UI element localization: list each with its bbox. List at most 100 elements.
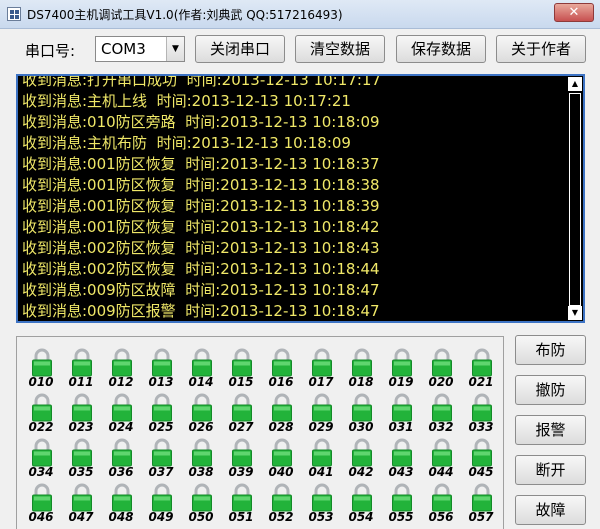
zone-label: 029 (308, 420, 334, 434)
zone-item[interactable]: 038 (183, 437, 219, 481)
zone-item[interactable]: 044 (423, 437, 459, 481)
zone-item[interactable]: 013 (143, 347, 179, 391)
zone-item[interactable]: 049 (143, 482, 179, 526)
lock-icon (192, 483, 212, 512)
about-author-button[interactable]: 关于作者 (496, 35, 586, 63)
chevron-down-icon[interactable]: ▼ (166, 37, 184, 61)
lock-icon (272, 483, 292, 512)
zone-item[interactable]: 045 (463, 437, 499, 481)
lock-icon (72, 348, 92, 377)
log-scrollbar[interactable]: ▲ ▼ (568, 77, 582, 320)
scroll-track[interactable] (569, 93, 581, 306)
zone-item[interactable]: 046 (23, 482, 59, 526)
zone-item[interactable]: 029 (303, 392, 339, 436)
zone-item[interactable]: 043 (383, 437, 419, 481)
zone-item[interactable]: 052 (263, 482, 299, 526)
zone-label: 010 (28, 375, 54, 389)
zone-item[interactable]: 024 (103, 392, 139, 436)
zone-item[interactable]: 017 (303, 347, 339, 391)
zone-item[interactable]: 040 (263, 437, 299, 481)
zone-label: 013 (148, 375, 174, 389)
scroll-down-icon[interactable]: ▼ (568, 306, 582, 320)
zone-item[interactable]: 030 (343, 392, 379, 436)
clear-data-button[interactable]: 清空数据 (295, 35, 385, 63)
lock-icon (272, 348, 292, 377)
close-port-button[interactable]: 关闭串口 (195, 35, 285, 63)
lock-icon (312, 393, 332, 422)
zone-item[interactable]: 022 (23, 392, 59, 436)
port-select[interactable]: COM3 ▼ (95, 36, 185, 62)
zone-item[interactable]: 012 (103, 347, 139, 391)
zone-item[interactable]: 048 (103, 482, 139, 526)
lock-icon (432, 483, 452, 512)
zone-item[interactable]: 041 (303, 437, 339, 481)
zone-item[interactable]: 057 (463, 482, 499, 526)
zone-item[interactable]: 010 (23, 347, 59, 391)
lock-icon (312, 483, 332, 512)
lock-icon (352, 393, 372, 422)
message-log[interactable]: 收到消息:打开串口成功 时间:2013-12-13 10:17:17 收到消息:主… (16, 74, 585, 323)
alarm-button[interactable]: 报警 (515, 415, 586, 445)
zone-item[interactable]: 034 (23, 437, 59, 481)
fault-button[interactable]: 故障 (515, 495, 586, 525)
lock-icon (192, 348, 212, 377)
zone-item[interactable]: 028 (263, 392, 299, 436)
zone-item[interactable]: 053 (303, 482, 339, 526)
zone-item[interactable]: 020 (423, 347, 459, 391)
zone-label: 051 (228, 510, 254, 524)
zone-label: 053 (308, 510, 334, 524)
lock-icon (112, 438, 132, 467)
zone-item[interactable]: 016 (263, 347, 299, 391)
zone-item[interactable]: 055 (383, 482, 419, 526)
zone-item[interactable]: 037 (143, 437, 179, 481)
disarm-button[interactable]: 撤防 (515, 375, 586, 405)
zone-item[interactable]: 014 (183, 347, 219, 391)
lock-icon (152, 348, 172, 377)
disconnect-button[interactable]: 断开 (515, 455, 586, 485)
zone-item[interactable]: 021 (463, 347, 499, 391)
app-icon (7, 7, 21, 21)
scroll-up-icon[interactable]: ▲ (568, 77, 582, 91)
zone-item[interactable]: 011 (63, 347, 99, 391)
lock-icon (112, 393, 132, 422)
lock-icon (112, 483, 132, 512)
zone-label: 030 (348, 420, 374, 434)
zone-label: 056 (428, 510, 454, 524)
zone-label: 014 (188, 375, 214, 389)
lock-icon (72, 483, 92, 512)
zone-item[interactable]: 056 (423, 482, 459, 526)
zone-label: 055 (388, 510, 414, 524)
zone-label: 047 (68, 510, 94, 524)
zone-item[interactable]: 036 (103, 437, 139, 481)
zone-item[interactable]: 015 (223, 347, 259, 391)
log-lines: 收到消息:打开串口成功 时间:2013-12-13 10:17:17 收到消息:主… (22, 76, 562, 321)
zone-item[interactable]: 019 (383, 347, 419, 391)
title-bar: DS7400主机调试工具V1.0(作者:刘典武 QQ:517216493) ✕ (0, 0, 600, 29)
zone-item[interactable]: 032 (423, 392, 459, 436)
zone-item[interactable]: 047 (63, 482, 99, 526)
save-data-button[interactable]: 保存数据 (396, 35, 486, 63)
lock-icon (392, 438, 412, 467)
zone-item[interactable]: 039 (223, 437, 259, 481)
zone-item[interactable]: 050 (183, 482, 219, 526)
close-window-button[interactable]: ✕ (554, 3, 594, 22)
zone-item[interactable]: 031 (383, 392, 419, 436)
lock-icon (232, 348, 252, 377)
zone-label: 048 (108, 510, 134, 524)
zone-item[interactable]: 042 (343, 437, 379, 481)
arm-button[interactable]: 布防 (515, 335, 586, 365)
lock-icon (432, 348, 452, 377)
zone-item[interactable]: 035 (63, 437, 99, 481)
zone-item[interactable]: 025 (143, 392, 179, 436)
zone-item[interactable]: 026 (183, 392, 219, 436)
zone-item[interactable]: 027 (223, 392, 259, 436)
lock-icon (112, 348, 132, 377)
zone-item[interactable]: 054 (343, 482, 379, 526)
zone-item[interactable]: 051 (223, 482, 259, 526)
lock-icon (312, 348, 332, 377)
zone-label: 015 (228, 375, 254, 389)
zone-item[interactable]: 033 (463, 392, 499, 436)
zone-item[interactable]: 018 (343, 347, 379, 391)
zone-item[interactable]: 023 (63, 392, 99, 436)
zone-label: 020 (428, 375, 454, 389)
